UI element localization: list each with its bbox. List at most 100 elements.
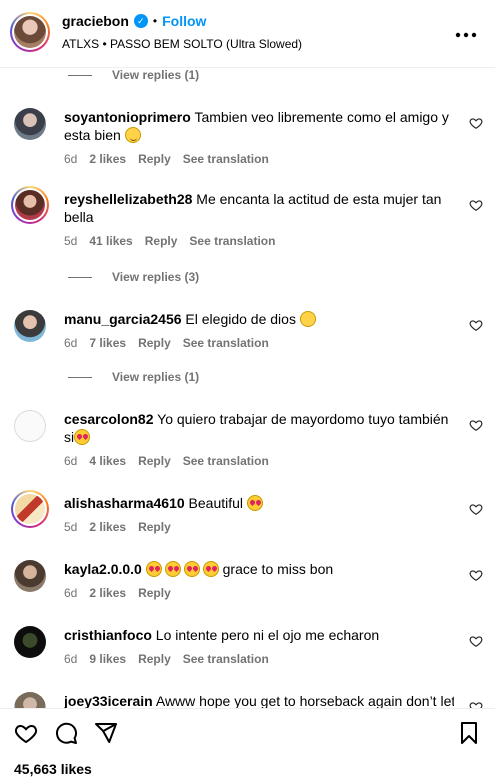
like-heart-icon[interactable] xyxy=(469,502,483,516)
avatar[interactable] xyxy=(11,186,49,224)
comment-username[interactable]: reyshellelizabeth28 xyxy=(64,191,192,207)
likes-count[interactable]: 45,663 likes xyxy=(14,761,92,777)
comment-time: 6d xyxy=(64,586,78,600)
reply-divider-line xyxy=(68,276,92,278)
view-replies-label: View replies (1) xyxy=(112,370,200,384)
view-replies-button[interactable]: View replies (1) xyxy=(64,68,199,82)
reply-button[interactable]: Reply xyxy=(145,234,178,248)
comment-time: 6d xyxy=(64,454,78,468)
comment-likes[interactable]: 9 likes xyxy=(89,652,126,666)
comment-time: 5d xyxy=(64,234,78,248)
audio-track-label[interactable]: ATLXS • PASSO BEM SOLTO (Ultra Slowed) xyxy=(62,37,302,51)
like-heart-icon[interactable] xyxy=(469,116,483,130)
more-dots-graphic xyxy=(455,32,477,38)
more-horizontal-icon[interactable] xyxy=(455,22,477,42)
comment-body: grace to miss bon xyxy=(222,561,334,577)
comment-icon[interactable] xyxy=(54,721,78,745)
comment-username[interactable]: cesarcolon82 xyxy=(64,411,154,427)
heart-eyes-emoji-icon xyxy=(74,429,91,445)
view-replies-button[interactable]: View replies (1) xyxy=(64,370,199,384)
avatar-image xyxy=(15,494,45,524)
header-user-row: graciebon ✓ • Follow xyxy=(62,13,206,29)
comment-likes[interactable]: 4 likes xyxy=(89,454,126,468)
comment-meta: 6d 4 likes Reply See translation xyxy=(64,454,269,468)
heart-eyes-emoji-icon xyxy=(183,561,200,577)
avatar[interactable] xyxy=(14,108,46,140)
comment-text: soyantonioprimero Tambien veo libremente… xyxy=(64,108,454,144)
like-heart-icon[interactable] xyxy=(469,318,483,332)
follow-button[interactable]: Follow xyxy=(162,13,206,29)
reply-divider-line xyxy=(68,376,92,378)
comment-meta: 6d 7 likes Reply See translation xyxy=(64,336,269,350)
comment-likes[interactable]: 2 likes xyxy=(89,586,126,600)
reply-button[interactable]: Reply xyxy=(138,454,171,468)
reply-divider-line xyxy=(68,74,92,76)
post-header: graciebon ✓ • Follow ATLXS • PASSO BEM S… xyxy=(0,0,495,68)
comment-time: 6d xyxy=(64,152,78,166)
avatar[interactable] xyxy=(14,692,46,708)
comment-likes[interactable]: 41 likes xyxy=(89,234,132,248)
comment-likes[interactable]: 2 likes xyxy=(89,152,126,166)
post-action-bar: 45,663 likes xyxy=(0,708,495,779)
winking-face-emoji-icon xyxy=(124,127,141,143)
comment-username[interactable]: manu_garcia2456 xyxy=(64,311,182,327)
comment-meta: 5d 2 likes Reply xyxy=(64,520,171,534)
avatar[interactable] xyxy=(14,626,46,658)
comment-meta: 6d 9 likes Reply See translation xyxy=(64,652,269,666)
heart-eyes-emoji-icon xyxy=(145,561,162,577)
comment-username[interactable]: soyantonioprimero xyxy=(64,109,191,125)
view-replies-button[interactable]: View replies (3) xyxy=(64,270,199,284)
bookmark-icon[interactable] xyxy=(457,721,481,745)
avatar[interactable] xyxy=(14,560,46,592)
comment-time: 6d xyxy=(64,652,78,666)
like-heart-icon[interactable] xyxy=(469,700,483,708)
see-translation-button[interactable]: See translation xyxy=(183,652,269,666)
verified-badge-icon: ✓ xyxy=(133,14,148,28)
heart-eyes-emoji-icon xyxy=(246,495,263,511)
comment-username[interactable]: cristhianfoco xyxy=(64,627,152,643)
comment-text: joey33icerain Awww hope you get to horse… xyxy=(64,692,454,708)
comments-list[interactable]: View replies (1) soyantonioprimero Tambi… xyxy=(0,68,495,708)
like-heart-icon[interactable] xyxy=(469,198,483,212)
comment-text: cesarcolon82 Yo quiero trabajar de mayor… xyxy=(64,410,454,446)
reply-button[interactable]: Reply xyxy=(138,652,171,666)
comment-likes[interactable]: 7 likes xyxy=(89,336,126,350)
comment-meta: 5d 41 likes Reply See translation xyxy=(64,234,275,248)
comment-time: 5d xyxy=(64,520,78,534)
see-translation-button[interactable]: See translation xyxy=(183,454,269,468)
reply-button[interactable]: Reply xyxy=(138,586,171,600)
view-replies-label: View replies (1) xyxy=(112,68,200,82)
like-heart-icon[interactable] xyxy=(469,568,483,582)
comment-username[interactable]: joey33icerain xyxy=(64,693,153,708)
comment-username[interactable]: alishasharma4610 xyxy=(64,495,185,511)
reply-button[interactable]: Reply xyxy=(138,336,171,350)
comment-text: reyshellelizabeth28 Me encanta la actitu… xyxy=(64,190,454,226)
reply-button[interactable]: Reply xyxy=(138,152,171,166)
comment-body: El elegido de dios xyxy=(185,311,296,327)
screaming-face-emoji-icon xyxy=(299,311,316,327)
avatar[interactable] xyxy=(14,310,46,342)
header-username[interactable]: graciebon xyxy=(62,13,129,29)
see-translation-button[interactable]: See translation xyxy=(183,336,269,350)
separator-dot: • xyxy=(152,14,158,28)
avatar[interactable] xyxy=(11,490,49,528)
reply-button[interactable]: Reply xyxy=(138,520,171,534)
avatar-image xyxy=(15,190,45,220)
comment-meta: 6d 2 likes Reply See translation xyxy=(64,152,269,166)
header-avatar[interactable] xyxy=(10,12,50,52)
comment-username[interactable]: kayla2.0.0.0 xyxy=(64,561,142,577)
comment-body: Awww hope you get to horseback again don… xyxy=(155,693,454,708)
like-heart-icon[interactable] xyxy=(469,418,483,432)
heart-eyes-emoji-icon xyxy=(164,561,181,577)
share-icon[interactable] xyxy=(94,721,118,745)
avatar[interactable] xyxy=(14,410,46,442)
comment-text: alishasharma4610 Beautiful xyxy=(64,494,454,512)
avatar-image xyxy=(14,16,46,48)
like-heart-icon[interactable] xyxy=(469,634,483,648)
see-translation-button[interactable]: See translation xyxy=(183,152,269,166)
heart-icon[interactable] xyxy=(14,721,38,745)
see-translation-button[interactable]: See translation xyxy=(189,234,275,248)
comment-likes[interactable]: 2 likes xyxy=(89,520,126,534)
comment-text: kayla2.0.0.0 grace to miss bon xyxy=(64,560,454,578)
comment-time: 6d xyxy=(64,336,78,350)
